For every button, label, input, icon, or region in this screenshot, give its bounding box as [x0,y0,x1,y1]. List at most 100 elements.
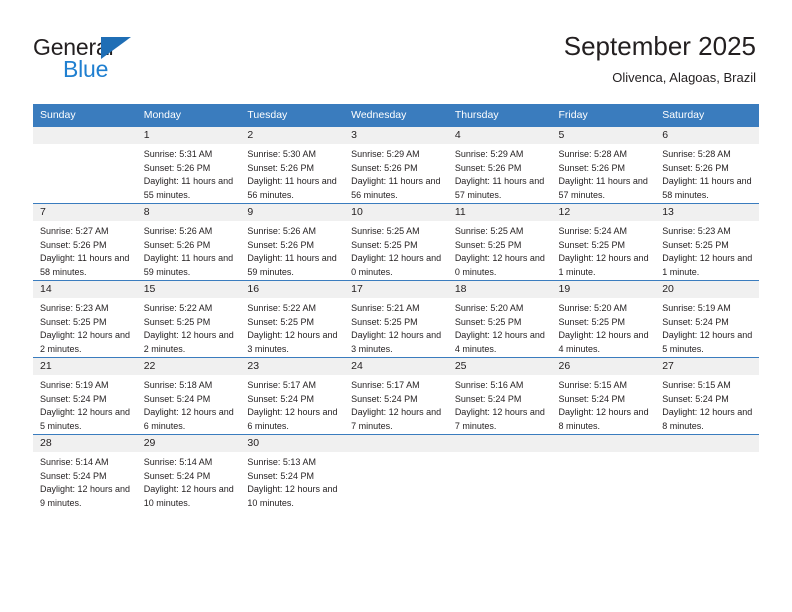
day-number: 1 [136,127,241,144]
daylight-text: Daylight: 11 hours and 57 minutes. [454,176,545,200]
day-details: Sunrise: 5:17 AM Sunset: 5:24 PM Daylight:… [240,375,344,433]
day-number: 26 [551,358,656,375]
calendar-day-cell[interactable]: 22 Sunrise: 5:18 AM Sunset: 5:24 PM Dayligh… [136,357,241,435]
calendar-day-cell[interactable]: 17 Sunrise: 5:21 AM Sunset: 5:25 PM Dayligh… [344,280,448,358]
calendar-day-cell[interactable]: 4 Sunrise: 5:29 AM Sunset: 5:26 PM Daylight… [447,126,552,204]
day-details: Sunrise: 5:26 AM Sunset: 5:26 PM Daylight:… [137,221,241,279]
calendar-day-cell[interactable]: 11 Sunrise: 5:25 AM Sunset: 5:25 PM Dayligh… [447,203,552,281]
sunset-text: Sunset: 5:26 PM [351,162,418,173]
calendar-cell-empty [551,434,656,511]
daylight-text: Daylight: 12 hours and 3 minutes. [351,330,442,354]
daylight-text: Daylight: 12 hours and 7 minutes. [351,407,442,431]
day-number: 8 [136,204,241,221]
calendar-day-cell[interactable]: 20 Sunrise: 5:19 AM Sunset: 5:24 PM Dayligh… [655,280,759,358]
sunrise-text: Sunrise: 5:26 AM [143,226,213,236]
calendar-day-cell[interactable]: 25 Sunrise: 5:16 AM Sunset: 5:24 PM Dayligh… [447,357,552,435]
calendar-day-cell[interactable]: 1 Sunrise: 5:31 AM Sunset: 5:26 PM Daylight… [136,126,241,204]
calendar-day-cell[interactable]: 28 Sunrise: 5:14 AM Sunset: 5:24 PM Dayligh… [33,434,137,511]
day-details: Sunrise: 5:20 AM Sunset: 5:25 PM Daylight:… [552,298,656,356]
day-details: Sunrise: 5:25 AM Sunset: 5:25 PM Daylight:… [344,221,448,279]
sunset-text: Sunset: 5:26 PM [40,239,107,250]
calendar-day-cell[interactable]: 7 Sunrise: 5:27 AM Sunset: 5:26 PM Daylight… [33,203,137,281]
sunrise-text: Sunrise: 5:25 AM [351,226,420,236]
day-number: 10 [344,204,448,221]
calendar-table: Sunday Monday Tuesday Wednesday Thursday… [33,104,759,511]
sunset-text: Sunset: 5:25 PM [351,239,418,250]
calendar-week-row: 1 Sunrise: 5:31 AM Sunset: 5:26 PM Daylight… [33,126,759,204]
day-number: 5 [551,127,656,144]
day-number: 20 [655,281,759,298]
sunset-text: Sunset: 5:24 PM [247,393,314,404]
calendar-day-cell[interactable]: 29 Sunrise: 5:14 AM Sunset: 5:24 PM Dayligh… [136,434,241,511]
sunset-text: Sunset: 5:26 PM [662,162,729,173]
sunrise-text: Sunrise: 5:22 AM [143,303,213,313]
calendar-day-cell[interactable]: 6 Sunrise: 5:28 AM Sunset: 5:26 PM Daylight… [655,126,759,204]
day-details: Sunrise: 5:24 AM Sunset: 5:25 PM Daylight:… [552,221,656,279]
title-block: September 2025 Olivenca, Alagoas, Brazil [564,30,756,86]
day-details: Sunrise: 5:21 AM Sunset: 5:25 PM Daylight:… [344,298,448,356]
daylight-text: Daylight: 12 hours and 2 minutes. [40,330,131,354]
day-details: Sunrise: 5:19 AM Sunset: 5:24 PM Daylight:… [33,375,137,433]
calendar-day-cell[interactable]: 24 Sunrise: 5:17 AM Sunset: 5:24 PM Dayligh… [344,357,448,435]
daylight-text: Daylight: 12 hours and 8 minutes. [662,407,753,431]
sunrise-text: Sunrise: 5:30 AM [247,149,316,159]
day-details: Sunrise: 5:14 AM Sunset: 5:24 PM Daylight:… [137,452,241,510]
sunrise-text: Sunrise: 5:28 AM [558,149,628,159]
page-header: General Blue September 2025 Olivenca, Al… [0,0,792,96]
daylight-text: Daylight: 12 hours and 6 minutes. [247,407,338,431]
day-number: 29 [136,435,241,452]
day-number: 24 [344,358,448,375]
daylight-text: Daylight: 11 hours and 56 minutes. [247,176,337,200]
calendar-day-cell[interactable]: 30 Sunrise: 5:13 AM Sunset: 5:24 PM Dayligh… [240,434,345,511]
logo-text-blue: Blue [63,56,109,82]
calendar-week-row: 7 Sunrise: 5:27 AM Sunset: 5:26 PM Daylight… [33,203,759,281]
sunset-text: Sunset: 5:25 PM [662,239,729,250]
day-number: 7 [33,204,137,221]
daylight-text: Daylight: 11 hours and 55 minutes. [143,176,234,200]
calendar-day-cell[interactable]: 18 Sunrise: 5:20 AM Sunset: 5:25 PM Dayligh… [447,280,552,358]
daylight-text: Daylight: 12 hours and 0 minutes. [454,253,545,277]
calendar-day-cell[interactable]: 2 Sunrise: 5:30 AM Sunset: 5:26 PM Daylight… [240,126,345,204]
sunrise-text: Sunrise: 5:17 AM [351,380,420,390]
day-details: Sunrise: 5:14 AM Sunset: 5:24 PM Daylight:… [33,452,137,510]
sunset-text: Sunset: 5:25 PM [247,316,314,327]
calendar-day-cell[interactable]: 26 Sunrise: 5:15 AM Sunset: 5:24 PM Dayligh… [551,357,656,435]
sunset-text: Sunset: 5:25 PM [558,316,626,327]
calendar-day-cell[interactable]: 8 Sunrise: 5:26 AM Sunset: 5:26 PM Daylight… [136,203,241,281]
calendar-day-cell[interactable]: 23 Sunrise: 5:17 AM Sunset: 5:24 PM Dayligh… [240,357,345,435]
calendar-cell-empty [655,434,759,511]
daylight-text: Daylight: 12 hours and 7 minutes. [454,407,545,431]
calendar-day-cell[interactable]: 14 Sunrise: 5:23 AM Sunset: 5:25 PM Dayligh… [33,280,137,358]
calendar-day-cell[interactable]: 10 Sunrise: 5:25 AM Sunset: 5:25 PM Dayligh… [344,203,448,281]
weekday-header-sunday: Sunday [33,104,137,127]
daylight-text: Daylight: 12 hours and 5 minutes. [662,330,753,354]
sunrise-text: Sunrise: 5:23 AM [662,226,731,236]
day-details: Sunrise: 5:17 AM Sunset: 5:24 PM Daylight:… [344,375,448,433]
page-subtitle: Olivenca, Alagoas, Brazil [612,70,756,85]
calendar-week-row: 14 Sunrise: 5:23 AM Sunset: 5:25 PM Dayligh… [33,280,759,358]
day-number: 16 [240,281,345,298]
sunrise-text: Sunrise: 5:14 AM [143,457,213,467]
calendar-day-cell[interactable]: 16 Sunrise: 5:22 AM Sunset: 5:25 PM Dayligh… [240,280,345,358]
sunrise-text: Sunrise: 5:22 AM [247,303,316,313]
calendar-day-cell[interactable]: 3 Sunrise: 5:29 AM Sunset: 5:26 PM Daylight… [344,126,448,204]
calendar-day-cell[interactable]: 13 Sunrise: 5:23 AM Sunset: 5:25 PM Dayligh… [655,203,759,281]
sunset-text: Sunset: 5:24 PM [454,393,522,404]
calendar-week-row: 21 Sunrise: 5:19 AM Sunset: 5:24 PM Dayligh… [33,357,759,435]
sunset-text: Sunset: 5:26 PM [143,162,211,173]
calendar-day-cell[interactable]: 12 Sunrise: 5:24 AM Sunset: 5:25 PM Dayligh… [551,203,656,281]
general-blue-logo[interactable]: General Blue [33,34,213,84]
calendar-day-cell[interactable]: 5 Sunrise: 5:28 AM Sunset: 5:26 PM Daylight… [551,126,656,204]
calendar-day-cell[interactable]: 21 Sunrise: 5:19 AM Sunset: 5:24 PM Dayligh… [33,357,137,435]
calendar-day-cell[interactable]: 15 Sunrise: 5:22 AM Sunset: 5:25 PM Dayligh… [136,280,241,358]
calendar-day-cell[interactable]: 9 Sunrise: 5:26 AM Sunset: 5:26 PM Daylight… [240,203,345,281]
sunset-text: Sunset: 5:24 PM [351,393,418,404]
daylight-text: Daylight: 11 hours and 58 minutes. [40,253,130,277]
calendar-day-cell[interactable]: 27 Sunrise: 5:15 AM Sunset: 5:24 PM Dayligh… [655,357,759,435]
daylight-text: Daylight: 12 hours and 1 minute. [662,253,753,277]
sunset-text: Sunset: 5:24 PM [247,470,314,481]
sunrise-text: Sunrise: 5:25 AM [454,226,524,236]
day-details: Sunrise: 5:23 AM Sunset: 5:25 PM Daylight:… [33,298,137,356]
sunrise-text: Sunrise: 5:21 AM [351,303,420,313]
calendar-day-cell[interactable]: 19 Sunrise: 5:20 AM Sunset: 5:25 PM Dayligh… [551,280,656,358]
